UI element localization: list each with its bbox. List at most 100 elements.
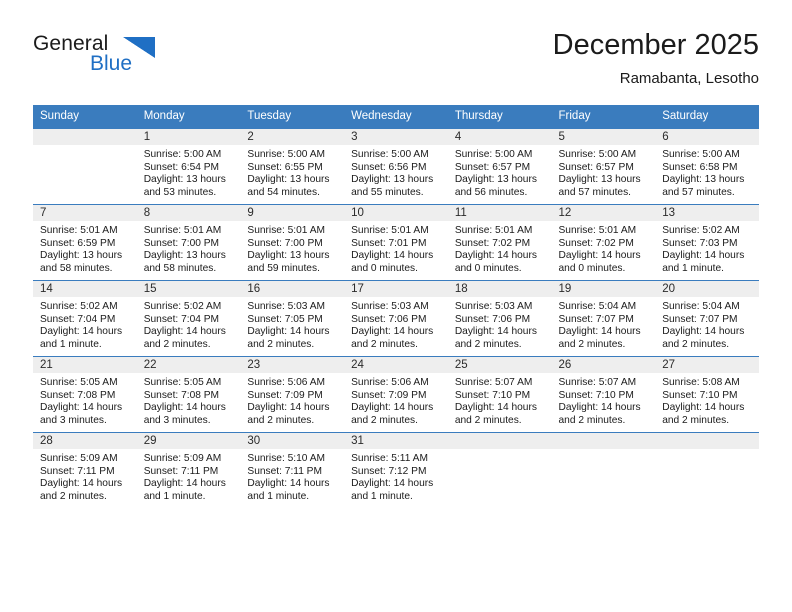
calendar-day-cell[interactable]: 8 Sunrise: 5:01 AM Sunset: 7:00 PM Daylight… xyxy=(136,204,241,281)
day-details: Sunrise: 5:03 AM Sunset: 7:05 PM Daylight:… xyxy=(240,297,344,351)
calendar-day-cell[interactable]: 29 Sunrise: 5:09 AM Sunset: 7:11 PM Dayligh… xyxy=(136,432,241,508)
daylight-duration-line1: Daylight: 14 hours xyxy=(143,326,226,338)
calendar-day-cell[interactable]: 13 Sunrise: 5:02 AM Sunset: 7:03 PM Dayligh… xyxy=(655,204,759,281)
calendar-day-cell[interactable]: 18 Sunrise: 5:03 AM Sunset: 7:06 PM Dayligh… xyxy=(447,280,552,357)
calendar-day-cell[interactable]: 23 Sunrise: 5:06 AM Sunset: 7:09 PM Dayligh… xyxy=(240,356,345,433)
sunset-time: Sunset: 7:12 PM xyxy=(351,465,427,477)
page-subtitle: Ramabanta, Lesotho xyxy=(619,70,759,87)
sunset-time: Sunset: 7:00 PM xyxy=(143,237,220,249)
sunset-time: Sunset: 7:01 PM xyxy=(351,237,427,249)
sunset-time: Sunset: 6:56 PM xyxy=(351,161,427,173)
calendar-day-cell[interactable]: 4 Sunrise: 5:00 AM Sunset: 6:57 PM Daylight… xyxy=(447,128,552,205)
calendar-day-cell[interactable]: 15 Sunrise: 5:02 AM Sunset: 7:04 PM Dayligh… xyxy=(136,280,241,357)
calendar-day-cell[interactable]: 1 Sunrise: 5:00 AM Sunset: 6:54 PM Daylight… xyxy=(136,128,241,205)
sunrise-time: Sunrise: 5:02 AM xyxy=(662,225,740,236)
day-details: Sunrise: 5:10 AM Sunset: 7:11 PM Daylight:… xyxy=(240,449,344,503)
day-number: 1 xyxy=(136,129,241,145)
daylight-duration-line1: Daylight: 14 hours xyxy=(558,250,641,262)
cell-inner: 17 Sunrise: 5:03 AM Sunset: 7:06 PM Dayligh… xyxy=(344,281,448,356)
day-details: Sunrise: 5:00 AM Sunset: 6:58 PM Daylight:… xyxy=(655,145,759,199)
calendar-day-cell[interactable]: 17 Sunrise: 5:03 AM Sunset: 7:06 PM Dayligh… xyxy=(344,280,448,357)
daylight-duration-line1: Daylight: 14 hours xyxy=(143,478,226,490)
sunset-time: Sunset: 7:09 PM xyxy=(351,389,427,401)
sunrise-time: Sunrise: 5:07 AM xyxy=(558,377,637,388)
sunrise-time: Sunrise: 5:05 AM xyxy=(40,377,118,388)
sunset-time: Sunset: 7:07 PM xyxy=(558,313,634,325)
weekday-header-sunday: Sunday xyxy=(33,105,137,129)
sunrise-time: Sunrise: 5:00 AM xyxy=(662,149,740,160)
day-details: Sunrise: 5:07 AM Sunset: 7:10 PM Daylight:… xyxy=(552,373,656,427)
brand-logo[interactable]: General Blue xyxy=(33,32,233,84)
day-number xyxy=(447,433,552,449)
daylight-duration-line2: and 2 minutes. xyxy=(558,338,626,350)
cell-inner: 11 Sunrise: 5:01 AM Sunset: 7:02 PM Dayligh… xyxy=(447,205,552,280)
daylight-duration-line1: Daylight: 14 hours xyxy=(662,402,745,414)
daylight-duration-line2: and 54 minutes. xyxy=(247,186,320,198)
calendar-day-cell[interactable]: 28 Sunrise: 5:09 AM Sunset: 7:11 PM Dayligh… xyxy=(33,432,137,508)
sunrise-time: Sunrise: 5:01 AM xyxy=(247,225,325,236)
day-number: 25 xyxy=(447,357,552,373)
daylight-duration-line2: and 58 minutes. xyxy=(40,262,113,274)
calendar-day-cell[interactable]: 24 Sunrise: 5:06 AM Sunset: 7:09 PM Dayligh… xyxy=(344,356,448,433)
calendar-day-cell[interactable]: 30 Sunrise: 5:10 AM Sunset: 7:11 PM Dayligh… xyxy=(240,432,345,508)
cell-inner xyxy=(655,433,759,508)
daylight-duration-line1: Daylight: 14 hours xyxy=(558,402,641,414)
calendar-day-cell[interactable]: 19 Sunrise: 5:04 AM Sunset: 7:07 PM Dayligh… xyxy=(551,280,656,357)
title-block: December 2025 Ramabanta, Lesotho xyxy=(553,28,759,89)
calendar-day-cell[interactable]: 5 Sunrise: 5:00 AM Sunset: 6:57 PM Daylight… xyxy=(551,128,656,205)
calendar-day-cell[interactable]: 14 Sunrise: 5:02 AM Sunset: 7:04 PM Dayligh… xyxy=(33,280,137,357)
calendar-day-cell[interactable]: 22 Sunrise: 5:05 AM Sunset: 7:08 PM Dayligh… xyxy=(136,356,241,433)
cell-inner: 26 Sunrise: 5:07 AM Sunset: 7:10 PM Dayligh… xyxy=(551,357,656,432)
calendar-day-cell[interactable]: 31 Sunrise: 5:11 AM Sunset: 7:12 PM Dayligh… xyxy=(344,432,448,508)
daylight-duration-line2: and 2 minutes. xyxy=(662,414,730,426)
calendar-day-cell[interactable]: 12 Sunrise: 5:01 AM Sunset: 7:02 PM Dayligh… xyxy=(551,204,656,281)
calendar-day-cell[interactable]: 20 Sunrise: 5:04 AM Sunset: 7:07 PM Dayligh… xyxy=(655,280,759,357)
calendar-page: General Blue December 2025 Ramabanta, Le… xyxy=(0,0,792,612)
cell-inner: 24 Sunrise: 5:06 AM Sunset: 7:09 PM Dayligh… xyxy=(344,357,448,432)
day-number: 13 xyxy=(655,205,759,221)
cell-inner: 30 Sunrise: 5:10 AM Sunset: 7:11 PM Dayligh… xyxy=(240,433,345,508)
day-number: 2 xyxy=(240,129,345,145)
calendar-day-cell[interactable]: 27 Sunrise: 5:08 AM Sunset: 7:10 PM Dayligh… xyxy=(655,356,759,433)
daylight-duration-line1: Daylight: 14 hours xyxy=(247,478,330,490)
cell-inner: 7 Sunrise: 5:01 AM Sunset: 6:59 PM Daylight… xyxy=(33,205,137,280)
calendar-day-cell[interactable]: 25 Sunrise: 5:07 AM Sunset: 7:10 PM Dayligh… xyxy=(447,356,552,433)
cell-inner: 15 Sunrise: 5:02 AM Sunset: 7:04 PM Dayligh… xyxy=(136,281,241,356)
brand-name-blue: Blue xyxy=(90,52,133,75)
cell-inner: 8 Sunrise: 5:01 AM Sunset: 7:00 PM Daylight… xyxy=(136,205,241,280)
daylight-duration-line2: and 57 minutes. xyxy=(558,186,632,198)
sunset-time: Sunset: 7:06 PM xyxy=(454,313,531,325)
daylight-duration-line2: and 2 minutes. xyxy=(454,414,522,426)
calendar-day-cell[interactable]: 3 Sunrise: 5:00 AM Sunset: 6:56 PM Daylight… xyxy=(344,128,448,205)
calendar-day-cell[interactable]: 7 Sunrise: 5:01 AM Sunset: 6:59 PM Daylight… xyxy=(33,204,137,281)
day-details: Sunrise: 5:05 AM Sunset: 7:08 PM Daylight:… xyxy=(33,373,137,427)
calendar-day-cell[interactable]: 9 Sunrise: 5:01 AM Sunset: 7:00 PM Daylight… xyxy=(240,204,345,281)
calendar-day-cell[interactable]: 2 Sunrise: 5:00 AM Sunset: 6:55 PM Daylight… xyxy=(240,128,345,205)
sunrise-time: Sunrise: 5:06 AM xyxy=(351,377,429,388)
sunrise-time: Sunrise: 5:09 AM xyxy=(143,453,222,464)
day-details: Sunrise: 5:04 AM Sunset: 7:07 PM Daylight:… xyxy=(552,297,656,351)
daylight-duration-line1: Daylight: 14 hours xyxy=(351,250,434,262)
sunset-time: Sunset: 6:54 PM xyxy=(143,161,220,173)
calendar-day-cell[interactable]: 26 Sunrise: 5:07 AM Sunset: 7:10 PM Dayligh… xyxy=(551,356,656,433)
calendar-day-cell[interactable]: 11 Sunrise: 5:01 AM Sunset: 7:02 PM Dayligh… xyxy=(447,204,552,281)
day-number xyxy=(551,433,656,449)
weekday-header-saturday: Saturday xyxy=(655,105,759,129)
calendar-day-cell[interactable]: 10 Sunrise: 5:01 AM Sunset: 7:01 PM Dayligh… xyxy=(344,204,448,281)
day-number: 31 xyxy=(344,433,448,449)
day-details: Sunrise: 5:01 AM Sunset: 7:02 PM Daylight:… xyxy=(448,221,552,275)
day-number: 11 xyxy=(447,205,552,221)
calendar-day-cell[interactable]: 6 Sunrise: 5:00 AM Sunset: 6:58 PM Daylight… xyxy=(655,128,759,205)
daylight-duration-line1: Daylight: 13 hours xyxy=(558,174,641,186)
calendar-day-cell[interactable]: 21 Sunrise: 5:05 AM Sunset: 7:08 PM Dayligh… xyxy=(33,356,137,433)
day-number xyxy=(655,433,759,449)
sunrise-time: Sunrise: 5:05 AM xyxy=(143,377,222,388)
calendar-week-row: 14 Sunrise: 5:02 AM Sunset: 7:04 PM Dayligh… xyxy=(33,280,759,357)
sunrise-time: Sunrise: 5:06 AM xyxy=(247,377,325,388)
sunset-time: Sunset: 7:02 PM xyxy=(454,237,531,249)
calendar-day-cell[interactable]: 16 Sunrise: 5:03 AM Sunset: 7:05 PM Dayligh… xyxy=(240,280,345,357)
daylight-duration-line2: and 2 minutes. xyxy=(558,414,626,426)
daylight-duration-line1: Daylight: 14 hours xyxy=(351,478,434,490)
daylight-duration-line2: and 3 minutes. xyxy=(40,414,107,426)
day-number: 14 xyxy=(33,281,137,297)
